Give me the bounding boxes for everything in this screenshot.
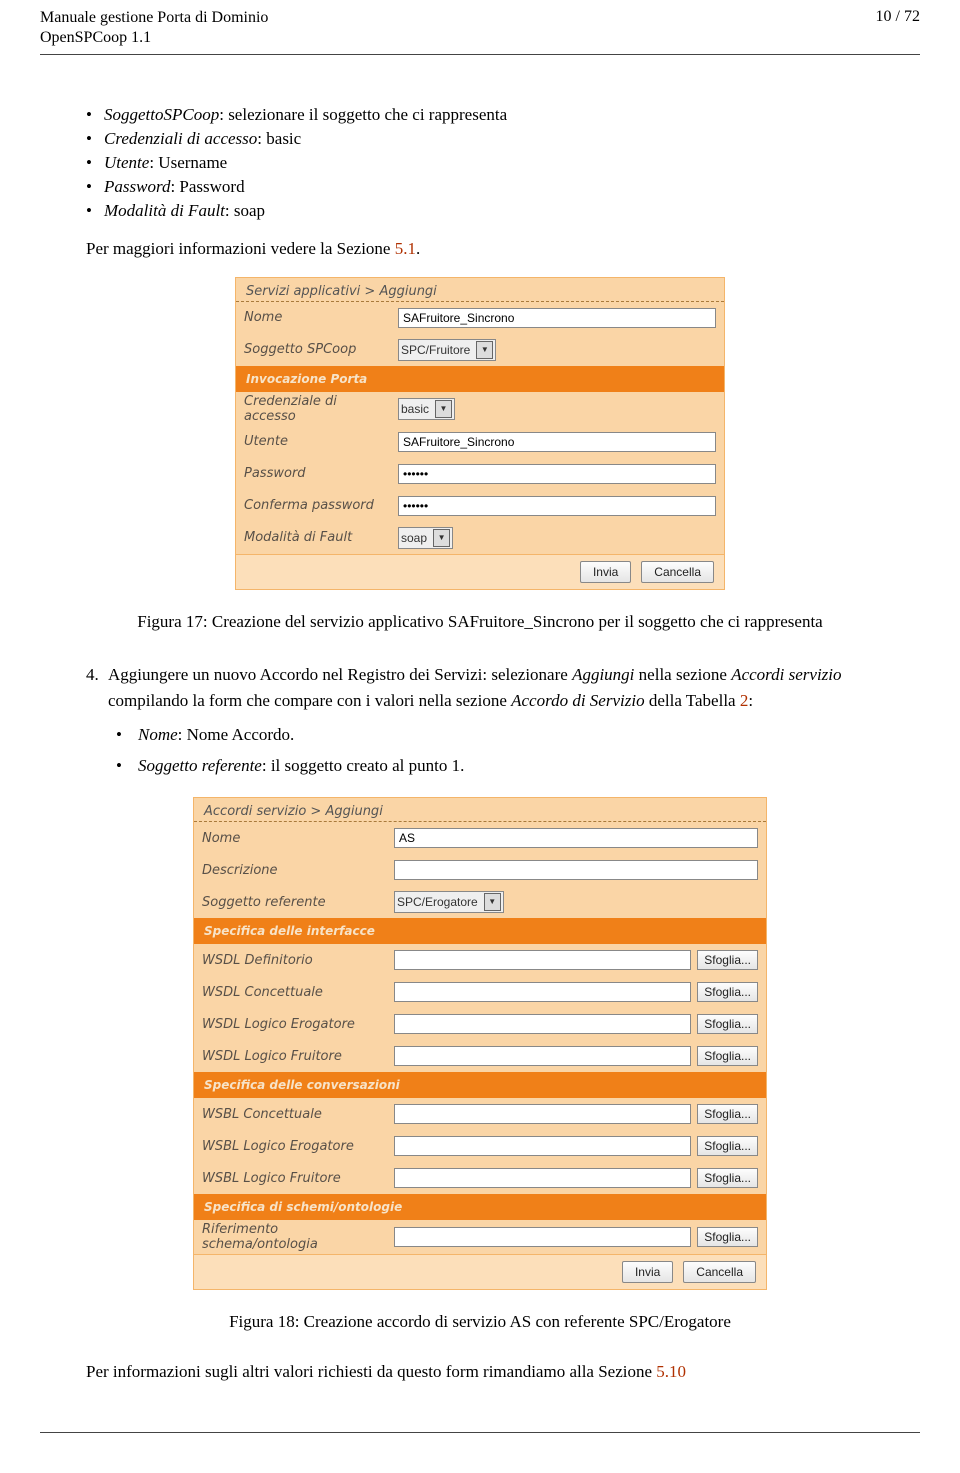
fig18-wsbl-lf-sfoglia-button[interactable]: Sfoglia... xyxy=(697,1168,758,1188)
fig18-section-schemi: Specifica di schemi/ontologie xyxy=(194,1194,766,1220)
figure-17-caption: Figura 17: Creazione del servizio applic… xyxy=(40,612,920,632)
fig18-wsdl-def-label: WSDL Definitorio xyxy=(202,953,388,968)
fig18-descr-input[interactable] xyxy=(394,860,758,880)
bullet-credenziali: Credenziali di accesso: basic xyxy=(86,129,920,149)
fig18-rif-sfoglia-button[interactable]: Sfoglia... xyxy=(697,1227,758,1247)
fig18-wsdl-le-label: WSDL Logico Erogatore xyxy=(202,1017,388,1032)
chevron-down-icon: ▼ xyxy=(435,400,452,418)
chevron-down-icon: ▼ xyxy=(484,893,501,911)
fig18-section-interfacce: Specifica delle interfacce xyxy=(194,918,766,944)
fig18-wsdl-con-sfoglia-button[interactable]: Sfoglia... xyxy=(697,982,758,1002)
fig17-utente-input[interactable] xyxy=(398,432,716,452)
section-link-5-10: 5.10 xyxy=(656,1362,686,1381)
page-header: Manuale gestione Porta di Dominio OpenSP… xyxy=(40,0,920,52)
bottom-paragraph: Per informazioni sugli altri valori rich… xyxy=(40,1362,920,1382)
figure-18-caption: Figura 18: Creazione accordo di servizio… xyxy=(40,1312,920,1332)
fig18-sogg-label: Soggetto referente xyxy=(202,895,388,910)
step4-sub-nome: Nome: Nome Accordo. xyxy=(116,722,920,748)
fig17-password2-input[interactable] xyxy=(398,496,716,516)
fig18-sogg-select[interactable]: SPC/Erogatore ▼ xyxy=(394,891,504,913)
fig18-breadcrumb: Accordi servizio > Aggiungi xyxy=(194,798,766,822)
fig18-wsdl-con-label: WSDL Concettuale xyxy=(202,985,388,1000)
fig18-wsdl-def-sfoglia-button[interactable]: Sfoglia... xyxy=(697,950,758,970)
fig17-cred-label: Credenziale di accesso xyxy=(244,394,392,424)
header-rule xyxy=(40,54,920,55)
chevron-down-icon: ▼ xyxy=(433,529,450,547)
fig17-section-invocazione: Invocazione Porta xyxy=(236,366,724,392)
footer-rule xyxy=(40,1432,920,1433)
fig18-wsdl-lf-sfoglia-button[interactable]: Sfoglia... xyxy=(697,1046,758,1066)
fig18-wsdl-def-input[interactable] xyxy=(394,950,691,970)
fig18-wsbl-con-input[interactable] xyxy=(394,1104,691,1124)
more-info-paragraph: Per maggiori informazioni vedere la Sezi… xyxy=(40,237,920,261)
fig18-wsbl-le-label: WSBL Logico Erogatore xyxy=(202,1139,388,1154)
fig18-wsbl-con-sfoglia-button[interactable]: Sfoglia... xyxy=(697,1104,758,1124)
fig18-wsbl-con-label: WSBL Concettuale xyxy=(202,1107,388,1122)
fig18-wsbl-lf-input[interactable] xyxy=(394,1168,691,1188)
fig17-cred-select[interactable]: basic ▼ xyxy=(398,398,455,420)
fig17-cancella-button[interactable]: Cancella xyxy=(641,561,714,583)
fig18-nome-input[interactable] xyxy=(394,828,758,848)
fig17-soggetto-select[interactable]: SPC/Fruitore ▼ xyxy=(398,339,496,361)
page-number: 10 / 72 xyxy=(876,8,920,48)
fig18-wsdl-con-input[interactable] xyxy=(394,982,691,1002)
section-link-5-1: 5.1 xyxy=(395,239,416,258)
step4-sub-soggetto: Soggetto referente: il soggetto creato a… xyxy=(116,753,920,779)
header-title-line2: OpenSPCoop 1.1 xyxy=(40,28,268,48)
fig18-wsdl-le-sfoglia-button[interactable]: Sfoglia... xyxy=(697,1014,758,1034)
fig18-wsbl-le-input[interactable] xyxy=(394,1136,691,1156)
fig18-wsbl-lf-label: WSBL Logico Fruitore xyxy=(202,1171,388,1186)
fig17-password-input[interactable] xyxy=(398,464,716,484)
fig17-nome-input[interactable] xyxy=(398,308,716,328)
top-bullets: SoggettoSPCoop: selezionare il soggetto … xyxy=(40,105,920,221)
fig17-password2-label: Conferma password xyxy=(244,498,392,513)
fig17-soggetto-label: Soggetto SPCoop xyxy=(244,342,392,357)
fig17-password-label: Password xyxy=(244,466,392,481)
fig18-rif-input[interactable] xyxy=(394,1227,691,1247)
fig18-wsbl-le-sfoglia-button[interactable]: Sfoglia... xyxy=(697,1136,758,1156)
fig17-nome-label: Nome xyxy=(244,310,392,325)
header-title-line1: Manuale gestione Porta di Dominio xyxy=(40,8,268,28)
fig18-wsdl-le-input[interactable] xyxy=(394,1014,691,1034)
fig18-wsdl-lf-input[interactable] xyxy=(394,1046,691,1066)
fig17-invia-button[interactable]: Invia xyxy=(580,561,631,583)
fig17-breadcrumb: Servizi applicativi > Aggiungi xyxy=(236,278,724,302)
bullet-password: Password: Password xyxy=(86,177,920,197)
step-4: 4. Aggiungere un nuovo Accordo nel Regis… xyxy=(40,662,920,779)
bullet-modalita: Modalità di Fault: soap xyxy=(86,201,920,221)
fig17-utente-label: Utente xyxy=(244,434,392,449)
fig18-wsdl-lf-label: WSDL Logico Fruitore xyxy=(202,1049,388,1064)
fig18-cancella-button[interactable]: Cancella xyxy=(683,1261,756,1283)
figure-17-form: Servizi applicativi > Aggiungi Nome Sogg… xyxy=(235,277,725,590)
fig17-fault-select[interactable]: soap ▼ xyxy=(398,527,453,549)
bullet-utente: Utente: Username xyxy=(86,153,920,173)
fig17-fault-label: Modalità di Fault xyxy=(244,530,392,545)
chevron-down-icon: ▼ xyxy=(476,341,493,359)
fig18-descr-label: Descrizione xyxy=(202,863,388,878)
figure-18-form: Accordi servizio > Aggiungi Nome Descriz… xyxy=(193,797,767,1290)
fig18-section-conversazioni: Specifica delle conversazioni xyxy=(194,1072,766,1098)
fig18-rif-label: Riferimento schema/ontologia xyxy=(202,1222,388,1252)
bullet-soggetto: SoggettoSPCoop: selezionare il soggetto … xyxy=(86,105,920,125)
step4-number: 4. xyxy=(86,662,99,688)
fig18-invia-button[interactable]: Invia xyxy=(622,1261,673,1283)
fig18-nome-label: Nome xyxy=(202,831,388,846)
